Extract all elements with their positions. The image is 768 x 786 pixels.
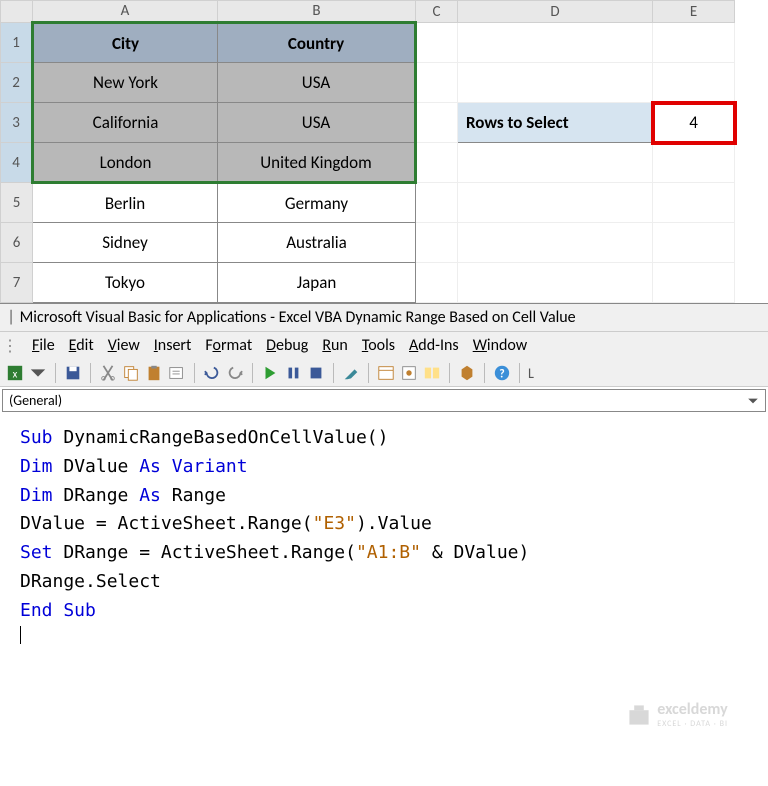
- col-header-d[interactable]: D: [458, 1, 653, 23]
- row-header-7[interactable]: 7: [1, 263, 33, 303]
- row-header-6[interactable]: 6: [1, 223, 33, 263]
- row-header-3[interactable]: 3: [1, 103, 33, 143]
- cell-c3[interactable]: [416, 103, 458, 143]
- row-header-2[interactable]: 2: [1, 63, 33, 103]
- vbe-title-bar: | Microsoft Visual Basic for Application…: [0, 304, 768, 332]
- menu-run[interactable]: Run: [322, 336, 348, 356]
- menu-insert[interactable]: Insert: [154, 336, 192, 356]
- vbe-window: | Microsoft Visual Basic for Application…: [0, 303, 768, 654]
- project-explorer-icon[interactable]: [377, 364, 395, 382]
- cell-c5[interactable]: [416, 183, 458, 223]
- row-header-1[interactable]: 1: [1, 23, 33, 63]
- cell-a3[interactable]: California: [33, 103, 218, 143]
- row-header-5[interactable]: 5: [1, 183, 33, 223]
- cell-d6[interactable]: [458, 223, 653, 263]
- cut-icon[interactable]: [99, 364, 117, 382]
- col-header-e[interactable]: E: [653, 1, 735, 23]
- cell-c1[interactable]: [416, 23, 458, 63]
- paste-icon[interactable]: [145, 364, 163, 382]
- run-icon[interactable]: [261, 364, 279, 382]
- cell-e4[interactable]: [653, 143, 735, 183]
- cell-b6[interactable]: Australia: [218, 223, 416, 263]
- cell-a1[interactable]: City: [33, 23, 218, 63]
- cell-b7[interactable]: Japan: [218, 263, 416, 303]
- toolbar-line-col: L: [528, 365, 534, 382]
- vbe-title: Microsoft Visual Basic for Applications …: [20, 308, 576, 327]
- cell-a7[interactable]: Tokyo: [33, 263, 218, 303]
- vbe-menu-bar: ⋮ File Edit View Insert Format Debug Run…: [0, 332, 768, 360]
- help-icon[interactable]: ?: [493, 364, 511, 382]
- object-browser-icon[interactable]: [423, 364, 441, 382]
- cell-d4[interactable]: [458, 143, 653, 183]
- cell-e1[interactable]: [653, 23, 735, 63]
- find-icon[interactable]: [168, 364, 186, 382]
- cell-a4[interactable]: London: [33, 143, 218, 183]
- cell-b4[interactable]: United Kingdom: [218, 143, 416, 183]
- col-header-b[interactable]: B: [218, 1, 416, 23]
- cell-e7[interactable]: [653, 263, 735, 303]
- menu-addins[interactable]: Add-Ins: [409, 336, 459, 356]
- watermark-icon: [627, 703, 651, 727]
- cell-c2[interactable]: [416, 63, 458, 103]
- cell-b1[interactable]: Country: [218, 23, 416, 63]
- cell-d7[interactable]: [458, 263, 653, 303]
- menu-tools[interactable]: Tools: [362, 336, 395, 356]
- stop-icon[interactable]: [307, 364, 325, 382]
- cell-d3[interactable]: Rows to Select: [458, 103, 653, 143]
- col-header-c[interactable]: C: [416, 1, 458, 23]
- cell-d1[interactable]: [458, 23, 653, 63]
- chevron-down-icon: [747, 395, 759, 407]
- row-header-4[interactable]: 4: [1, 143, 33, 183]
- cell-c4[interactable]: [416, 143, 458, 183]
- redo-icon[interactable]: [226, 364, 244, 382]
- vbe-toolbar: x ? L: [0, 360, 768, 387]
- toolbox-icon[interactable]: [458, 364, 476, 382]
- cell-c7[interactable]: [416, 263, 458, 303]
- vbe-scope-dropdown[interactable]: (General): [2, 389, 766, 412]
- properties-icon[interactable]: [400, 364, 418, 382]
- menu-format[interactable]: Format: [205, 336, 252, 356]
- menu-file[interactable]: File: [32, 336, 55, 356]
- cell-b5[interactable]: Germany: [218, 183, 416, 223]
- menu-edit[interactable]: Edit: [69, 336, 94, 356]
- col-header-a[interactable]: A: [33, 1, 218, 23]
- save-icon[interactable]: [64, 364, 82, 382]
- cell-a2[interactable]: New York: [33, 63, 218, 103]
- cell-e2[interactable]: [653, 63, 735, 103]
- cell-a6[interactable]: Sidney: [33, 223, 218, 263]
- watermark: exceldemy EXCEL · DATA · BI: [627, 700, 728, 729]
- cell-e5[interactable]: [653, 183, 735, 223]
- cell-c6[interactable]: [416, 223, 458, 263]
- design-mode-icon[interactable]: [342, 364, 360, 382]
- menu-view[interactable]: View: [108, 336, 140, 356]
- cell-d2[interactable]: [458, 63, 653, 103]
- select-all-corner[interactable]: [1, 1, 33, 23]
- cell-a5[interactable]: Berlin: [33, 183, 218, 223]
- cell-d5[interactable]: [458, 183, 653, 223]
- cell-e3[interactable]: 4: [653, 103, 735, 143]
- dropdown-icon[interactable]: [29, 364, 47, 382]
- cell-b3[interactable]: USA: [218, 103, 416, 143]
- svg-text:?: ?: [499, 368, 504, 382]
- excel-grid: A B C D E 1 City Country 2 New York USA …: [0, 0, 768, 303]
- copy-icon[interactable]: [122, 364, 140, 382]
- cell-e6[interactable]: [653, 223, 735, 263]
- menu-window[interactable]: Window: [473, 336, 528, 356]
- excel-icon[interactable]: x: [6, 364, 24, 382]
- cell-b2[interactable]: USA: [218, 63, 416, 103]
- undo-icon[interactable]: [203, 364, 221, 382]
- pause-icon[interactable]: [284, 364, 302, 382]
- svg-text:x: x: [13, 368, 18, 381]
- menu-debug[interactable]: Debug: [266, 336, 308, 356]
- vbe-code-pane[interactable]: Sub DynamicRangeBasedOnCellValue() Dim D…: [0, 414, 768, 654]
